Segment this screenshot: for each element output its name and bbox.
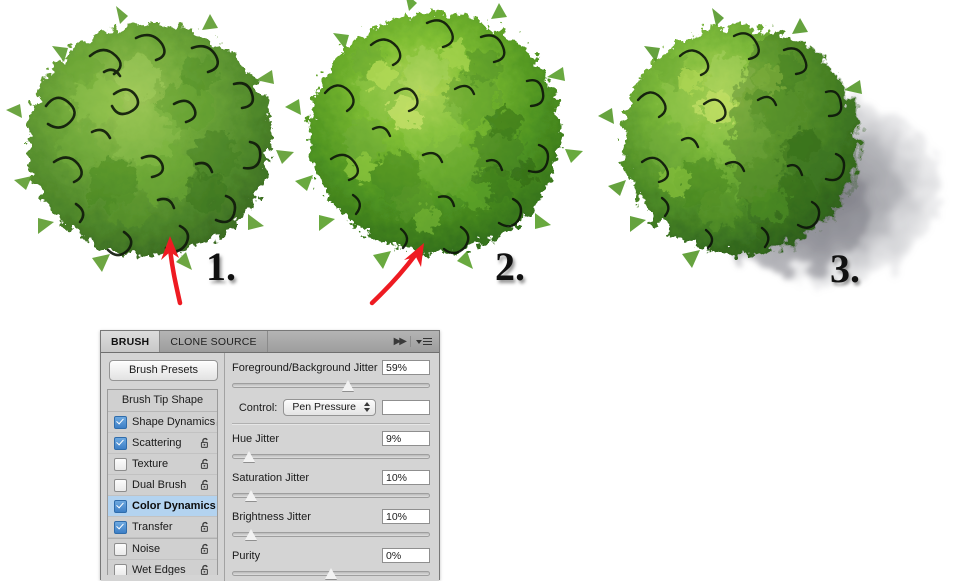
- fg-bg-jitter-value[interactable]: 59%: [382, 360, 430, 375]
- tab-clone-source-label: CLONE SOURCE: [170, 336, 256, 348]
- lock-open-icon[interactable]: [215, 416, 218, 428]
- brush-option-scattering[interactable]: Scattering: [108, 433, 217, 454]
- brush-option-label: Color Dynamics: [132, 500, 216, 512]
- lock-open-icon[interactable]: [199, 564, 211, 575]
- icon-divider: [410, 336, 411, 347]
- panel-right-column: Foreground/Background Jitter 59% Control…: [225, 353, 439, 581]
- hue-jitter-label: Hue Jitter: [232, 433, 279, 445]
- fg-bg-jitter-label: Foreground/Background Jitter: [232, 362, 378, 374]
- lock-open-icon[interactable]: [199, 521, 211, 533]
- annotation-number-3: 3.: [830, 245, 860, 292]
- brightness-jitter-slider[interactable]: [232, 527, 430, 541]
- hue-jitter-row: Hue Jitter 9%: [232, 431, 430, 446]
- annotation-number-1: 1.: [206, 243, 236, 290]
- annotation-number-2: 2.: [495, 243, 525, 290]
- brightness-jitter-label: Brightness Jitter: [232, 511, 311, 523]
- brush-option-label: Texture: [132, 458, 199, 470]
- lock-open-icon[interactable]: [199, 437, 211, 449]
- brightness-jitter-value[interactable]: 10%: [382, 509, 430, 524]
- brush-presets-button[interactable]: Brush Presets: [109, 360, 218, 381]
- checkbox[interactable]: [114, 521, 127, 534]
- annotation-arrow-2: [372, 243, 424, 303]
- caret-down-icon: [416, 340, 422, 344]
- tree-1-flat-shading: [6, 6, 294, 272]
- checkbox[interactable]: [114, 564, 127, 576]
- section-divider: [232, 423, 430, 425]
- control-label: Control:: [239, 402, 278, 414]
- brush-option-label: Dual Brush: [132, 479, 199, 491]
- slider-thumb[interactable]: [342, 380, 355, 391]
- slider-thumb[interactable]: [325, 568, 338, 579]
- control-row: Control: Pen Pressure: [232, 399, 430, 416]
- brush-option-label: Shape Dynamics: [132, 416, 215, 428]
- brush-option-label: Wet Edges: [132, 564, 199, 575]
- checkbox[interactable]: [114, 543, 127, 556]
- brush-option-label: Scattering: [132, 437, 199, 449]
- saturation-jitter-row: Saturation Jitter 10%: [232, 470, 430, 485]
- checkbox[interactable]: [114, 500, 127, 513]
- checkbox[interactable]: [114, 458, 127, 471]
- lock-open-icon[interactable]: [199, 458, 211, 470]
- saturation-jitter-value[interactable]: 10%: [382, 470, 430, 485]
- brush-option-texture[interactable]: Texture: [108, 454, 217, 475]
- slider-track: [232, 493, 430, 498]
- collapse-chevrons-icon[interactable]: ▶▶: [394, 336, 405, 347]
- brush-option-dual-brush[interactable]: Dual Brush: [108, 475, 217, 496]
- brush-option-label: Noise: [132, 543, 199, 555]
- saturation-jitter-slider[interactable]: [232, 488, 430, 502]
- control-select[interactable]: Pen Pressure: [283, 399, 376, 416]
- control-select-value: Pen Pressure: [292, 401, 356, 413]
- checkbox[interactable]: [114, 416, 127, 429]
- brush-option-color-dynamics[interactable]: Color Dynamics: [108, 496, 217, 517]
- tree-2-color-dynamics: [285, 0, 583, 269]
- brush-options-items: Shape Dynamics Scattering Texture Dual B…: [108, 412, 217, 575]
- tab-bar-spacer: [268, 331, 394, 352]
- tree-3-with-cast-shadow: [598, 8, 938, 284]
- slider-track: [232, 454, 430, 459]
- brush-option-wet-edges[interactable]: Wet Edges: [108, 560, 217, 575]
- tab-brush[interactable]: BRUSH: [101, 331, 160, 352]
- fg-bg-jitter-slider[interactable]: [232, 378, 430, 392]
- slider-thumb[interactable]: [245, 529, 258, 540]
- checkbox[interactable]: [114, 479, 127, 492]
- brush-panel: BRUSH CLONE SOURCE ▶▶ Brush Presets Brus…: [100, 330, 440, 580]
- purity-slider[interactable]: [232, 566, 430, 580]
- tab-clone-source[interactable]: CLONE SOURCE: [160, 331, 267, 352]
- hue-jitter-slider[interactable]: [232, 449, 430, 463]
- panel-body: Brush Presets Brush Tip Shape Shape Dyna…: [101, 353, 439, 581]
- panel-header-icons: ▶▶: [394, 331, 439, 352]
- tab-brush-label: BRUSH: [111, 336, 149, 348]
- purity-value[interactable]: 0%: [382, 548, 430, 563]
- brush-options-list: Brush Tip Shape Shape Dynamics Scatterin…: [107, 389, 218, 575]
- control-extra-value[interactable]: [382, 400, 430, 415]
- panel-tab-bar: BRUSH CLONE SOURCE ▶▶: [101, 331, 439, 353]
- slider-thumb[interactable]: [245, 490, 258, 501]
- purity-row: Purity 0%: [232, 548, 430, 563]
- brush-option-label: Transfer: [132, 521, 199, 533]
- brush-option-transfer[interactable]: Transfer: [108, 517, 217, 538]
- purity-label: Purity: [232, 550, 260, 562]
- brush-tip-shape-header[interactable]: Brush Tip Shape: [108, 390, 217, 412]
- checkbox[interactable]: [114, 437, 127, 450]
- lock-open-icon[interactable]: [199, 543, 211, 555]
- saturation-jitter-label: Saturation Jitter: [232, 472, 309, 484]
- brush-option-shape-dynamics[interactable]: Shape Dynamics: [108, 412, 217, 433]
- hue-jitter-value[interactable]: 9%: [382, 431, 430, 446]
- slider-track: [232, 383, 430, 388]
- lock-open-icon[interactable]: [216, 500, 218, 512]
- panel-left-column: Brush Presets Brush Tip Shape Shape Dyna…: [101, 353, 225, 581]
- brightness-jitter-row: Brightness Jitter 10%: [232, 509, 430, 524]
- panel-menu-icon[interactable]: [416, 338, 432, 346]
- slider-track: [232, 532, 430, 537]
- slider-thumb[interactable]: [243, 451, 256, 462]
- stepper-arrows-icon: [364, 402, 370, 412]
- brush-option-noise[interactable]: Noise: [108, 538, 217, 560]
- fg-bg-jitter-row: Foreground/Background Jitter 59%: [232, 360, 430, 375]
- menu-lines-icon: [423, 338, 432, 346]
- lock-open-icon[interactable]: [199, 479, 211, 491]
- brush-presets-wrap: Brush Presets: [101, 360, 224, 389]
